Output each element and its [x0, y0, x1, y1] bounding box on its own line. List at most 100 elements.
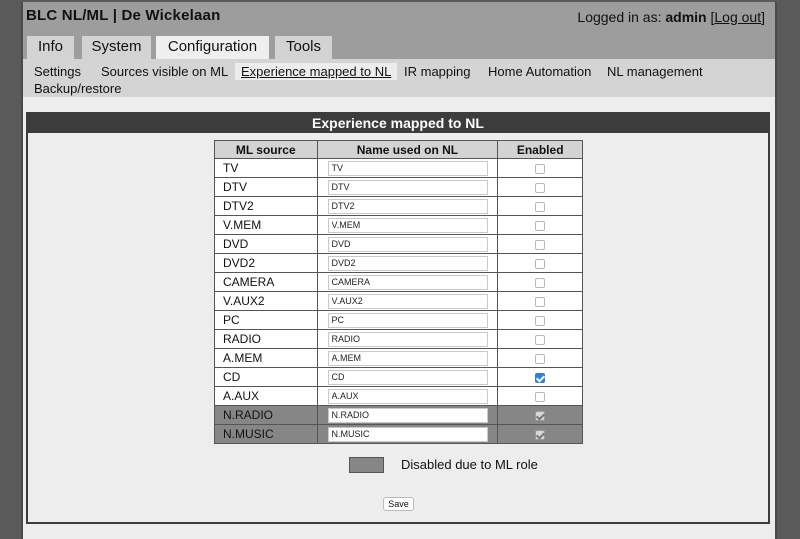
enabled-cell — [497, 215, 583, 235]
name-cell — [316, 424, 499, 444]
name-cell — [316, 291, 499, 311]
legend-label: Disabled due to ML role — [401, 457, 538, 472]
logout-link[interactable]: Log out — [714, 9, 761, 25]
nl-name-input[interactable] — [327, 388, 488, 404]
enabled-checkbox[interactable] — [535, 163, 546, 174]
table-row: V.MEM — [214, 215, 583, 235]
enabled-checkbox[interactable] — [535, 220, 546, 231]
save-button[interactable]: Save — [383, 497, 414, 511]
enabled-cell — [497, 291, 583, 311]
username: admin — [665, 9, 707, 25]
nl-name-input[interactable] — [327, 179, 488, 195]
nl-name-input[interactable] — [327, 198, 488, 214]
enabled-checkbox[interactable] — [535, 315, 546, 326]
name-cell — [316, 386, 499, 406]
enabled-checkbox[interactable] — [535, 296, 546, 307]
nl-name-input[interactable] — [327, 160, 488, 176]
subnav-settings[interactable]: Settings — [34, 64, 81, 80]
table-row: N.MUSIC — [214, 424, 583, 444]
enabled-checkbox[interactable] — [535, 334, 546, 345]
enabled-cell — [497, 329, 583, 349]
name-cell — [316, 329, 499, 349]
tab-info[interactable]: Info — [27, 36, 74, 59]
ml-source-cell: DVD2 — [214, 253, 318, 273]
nl-name-input[interactable] — [327, 255, 488, 271]
enabled-cell — [497, 310, 583, 330]
table-row: DVD — [214, 234, 583, 254]
ml-source-cell: DTV2 — [214, 196, 318, 216]
enabled-cell — [497, 158, 583, 178]
table-row: CAMERA — [214, 272, 583, 292]
ml-source-cell: TV — [214, 158, 318, 178]
mapping-table: ML source Name used on NL Enabled TVDTVD… — [214, 140, 583, 444]
ml-source-cell: N.MUSIC — [214, 424, 318, 444]
nl-name-input[interactable] — [327, 350, 488, 366]
subnav-sources-visible[interactable]: Sources visible on ML — [101, 64, 228, 80]
ml-source-cell: N.RADIO — [214, 405, 318, 425]
enabled-checkbox[interactable] — [535, 182, 546, 193]
enabled-cell — [497, 272, 583, 292]
subnav-nl-management[interactable]: NL management — [607, 64, 703, 80]
name-cell — [316, 272, 499, 292]
table-row: V.AUX2 — [214, 291, 583, 311]
nl-name-input[interactable] — [327, 217, 488, 233]
nl-name-input — [327, 426, 488, 442]
table-row: DTV2 — [214, 196, 583, 216]
table-row: DVD2 — [214, 253, 583, 273]
ml-source-cell: A.AUX — [214, 386, 318, 406]
enabled-cell — [497, 367, 583, 387]
nl-name-input[interactable] — [327, 312, 488, 328]
enabled-checkbox[interactable] — [535, 239, 546, 250]
name-cell — [316, 405, 499, 425]
table-row: CD — [214, 367, 583, 387]
tab-tools[interactable]: Tools — [275, 36, 332, 59]
enabled-checkbox[interactable] — [535, 391, 546, 402]
page-frame: BLC NL/ML | De Wickelaan Logged in as: a… — [21, 2, 777, 539]
column-header-ml-source: ML source — [214, 140, 318, 159]
table-row: A.MEM — [214, 348, 583, 368]
table-row: RADIO — [214, 329, 583, 349]
ml-source-cell: PC — [214, 310, 318, 330]
table-row: N.RADIO — [214, 405, 583, 425]
enabled-checkbox[interactable] — [535, 277, 546, 288]
enabled-checkbox[interactable] — [535, 258, 546, 269]
subnav-backup-restore[interactable]: Backup/restore — [34, 81, 121, 97]
ml-source-cell: A.MEM — [214, 348, 318, 368]
login-status: Logged in as: admin [Log out] — [577, 9, 765, 25]
name-cell — [316, 177, 499, 197]
mapping-panel: Experience mapped to NL ML source Name u… — [26, 112, 770, 524]
table-header-row: ML source Name used on NL Enabled — [214, 140, 583, 159]
table-row: DTV — [214, 177, 583, 197]
nl-name-input[interactable] — [327, 293, 488, 309]
subnav-experience-mapped[interactable]: Experience mapped to NL — [235, 63, 398, 80]
ml-source-cell: CAMERA — [214, 272, 318, 292]
enabled-checkbox[interactable] — [535, 372, 546, 383]
table-row: A.AUX — [214, 386, 583, 406]
ml-source-cell: DVD — [214, 234, 318, 254]
subnav-home-automation[interactable]: Home Automation — [488, 64, 591, 80]
table-row: PC — [214, 310, 583, 330]
tab-configuration[interactable]: Configuration — [156, 36, 269, 59]
subnav-ir-mapping[interactable]: IR mapping — [404, 64, 470, 80]
enabled-cell — [497, 386, 583, 406]
enabled-cell — [497, 348, 583, 368]
name-cell — [316, 234, 499, 254]
nl-name-input[interactable] — [327, 274, 488, 290]
sub-navigation: Settings Sources visible on ML Experienc… — [23, 59, 775, 97]
tab-system[interactable]: System — [82, 36, 151, 59]
nl-name-input[interactable] — [327, 236, 488, 252]
ml-source-cell: V.MEM — [214, 215, 318, 235]
nl-name-input[interactable] — [327, 369, 488, 385]
name-cell — [316, 158, 499, 178]
name-cell — [316, 348, 499, 368]
enabled-checkbox[interactable] — [535, 201, 546, 212]
header: BLC NL/ML | De Wickelaan Logged in as: a… — [23, 2, 775, 59]
name-cell — [316, 367, 499, 387]
nl-name-input[interactable] — [327, 331, 488, 347]
enabled-cell — [497, 177, 583, 197]
enabled-checkbox[interactable] — [535, 353, 546, 364]
panel-title: Experience mapped to NL — [28, 114, 768, 133]
enabled-cell — [497, 424, 583, 444]
enabled-cell — [497, 234, 583, 254]
enabled-checkbox — [535, 410, 546, 421]
